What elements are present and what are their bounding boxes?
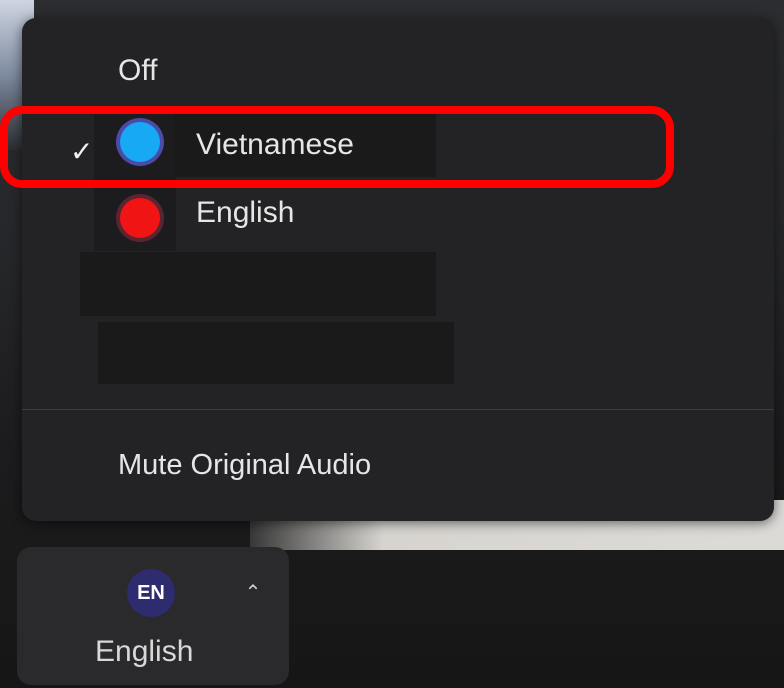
redacted-area <box>80 252 436 316</box>
language-badge: EN <box>127 569 175 617</box>
menu-item-english[interactable]: English <box>196 196 294 230</box>
menu-item-off[interactable]: Off <box>118 54 157 88</box>
interpretation-menu: Off ✓ Vietnamese English Mute Original A… <box>22 18 774 521</box>
checkmark-icon: ✓ <box>70 136 94 167</box>
mute-original-audio-item[interactable]: Mute Original Audio <box>118 449 371 482</box>
redacted-area <box>98 322 454 384</box>
vietnamese-channel-dot-icon <box>120 122 160 162</box>
language-button-label: English <box>95 635 194 668</box>
menu-item-vietnamese-label[interactable]: Vietnamese <box>196 128 354 162</box>
english-channel-dot-icon <box>120 198 160 238</box>
menu-divider <box>22 409 774 410</box>
chevron-up-icon[interactable]: ⌃ <box>243 583 263 603</box>
interpretation-language-button[interactable]: EN ⌃ English <box>17 547 289 685</box>
